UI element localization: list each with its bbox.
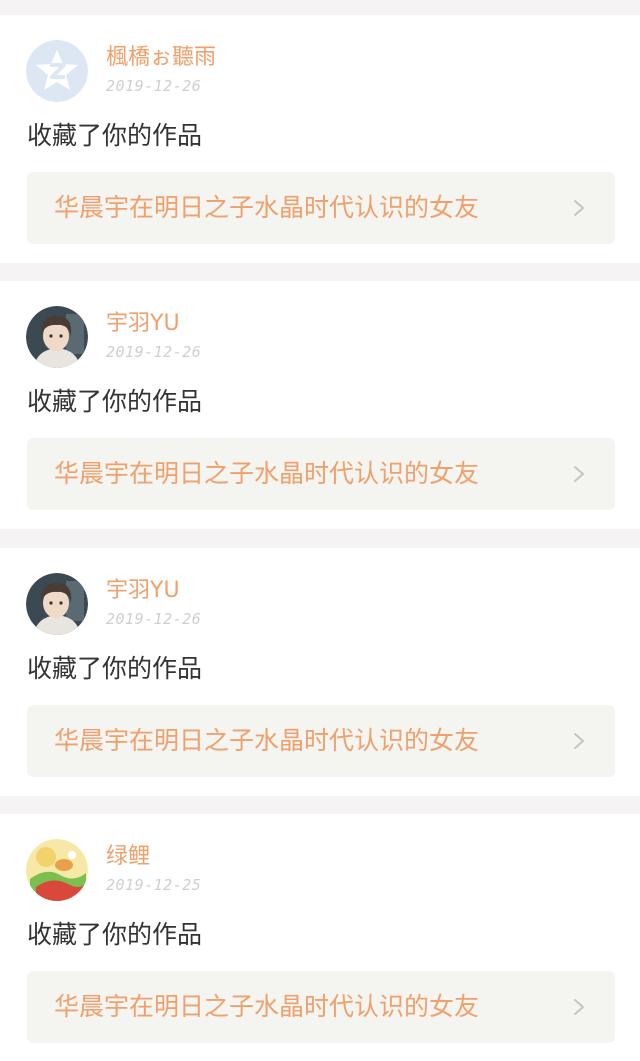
work-title: 华晨宇在明日之子水晶时代认识的女友	[54, 992, 480, 1021]
avatar[interactable]	[26, 573, 88, 635]
action-text: 收藏了你的作品	[27, 920, 203, 949]
timestamp: 2019-12-26	[106, 343, 202, 361]
username[interactable]: 绿鲤	[106, 842, 150, 872]
illustrated-photo-icon	[26, 839, 88, 901]
timestamp: 2019-12-26	[106, 77, 202, 95]
notification-feed: 楓橋ぉ聽雨 2019-12-26 收藏了你的作品 华晨宇在明日之子水晶时代认识的…	[0, 0, 640, 1061]
notification-card: 绿鲤 2019-12-25 收藏了你的作品 华晨宇在明日之子水晶时代认识的女友	[0, 814, 640, 1061]
timestamp: 2019-12-25	[106, 876, 202, 894]
username[interactable]: 宇羽YU	[106, 309, 180, 339]
chevron-right-icon	[574, 733, 584, 749]
work-title: 华晨宇在明日之子水晶时代认识的女友	[54, 726, 480, 755]
work-link[interactable]: 华晨宇在明日之子水晶时代认识的女友	[27, 971, 615, 1043]
action-text: 收藏了你的作品	[27, 387, 203, 416]
timestamp: 2019-12-26	[106, 610, 202, 628]
avatar[interactable]	[26, 306, 88, 368]
action-text: 收藏了你的作品	[27, 654, 203, 683]
notification-card: 楓橋ぉ聽雨 2019-12-26 收藏了你的作品 华晨宇在明日之子水晶时代认识的…	[0, 15, 640, 263]
avatar[interactable]	[26, 839, 88, 901]
chevron-right-icon	[574, 999, 584, 1015]
work-title: 华晨宇在明日之子水晶时代认识的女友	[54, 459, 480, 488]
chevron-right-icon	[574, 200, 584, 216]
avatar[interactable]	[26, 40, 88, 102]
notification-card: 宇羽YU 2019-12-26 收藏了你的作品 华晨宇在明日之子水晶时代认识的女…	[0, 281, 640, 529]
work-link[interactable]: 华晨宇在明日之子水晶时代认识的女友	[27, 172, 615, 244]
action-text: 收藏了你的作品	[27, 121, 203, 150]
user-photo-icon	[26, 573, 88, 635]
username[interactable]: 楓橋ぉ聽雨	[106, 43, 216, 73]
work-link[interactable]: 华晨宇在明日之子水晶时代认识的女友	[27, 438, 615, 510]
work-link[interactable]: 华晨宇在明日之子水晶时代认识的女友	[27, 705, 615, 777]
work-title: 华晨宇在明日之子水晶时代认识的女友	[54, 193, 480, 222]
notification-card: 宇羽YU 2019-12-26 收藏了你的作品 华晨宇在明日之子水晶时代认识的女…	[0, 548, 640, 796]
user-photo-icon	[26, 306, 88, 368]
qzone-star-icon	[26, 40, 88, 102]
username[interactable]: 宇羽YU	[106, 576, 180, 606]
chevron-right-icon	[574, 466, 584, 482]
